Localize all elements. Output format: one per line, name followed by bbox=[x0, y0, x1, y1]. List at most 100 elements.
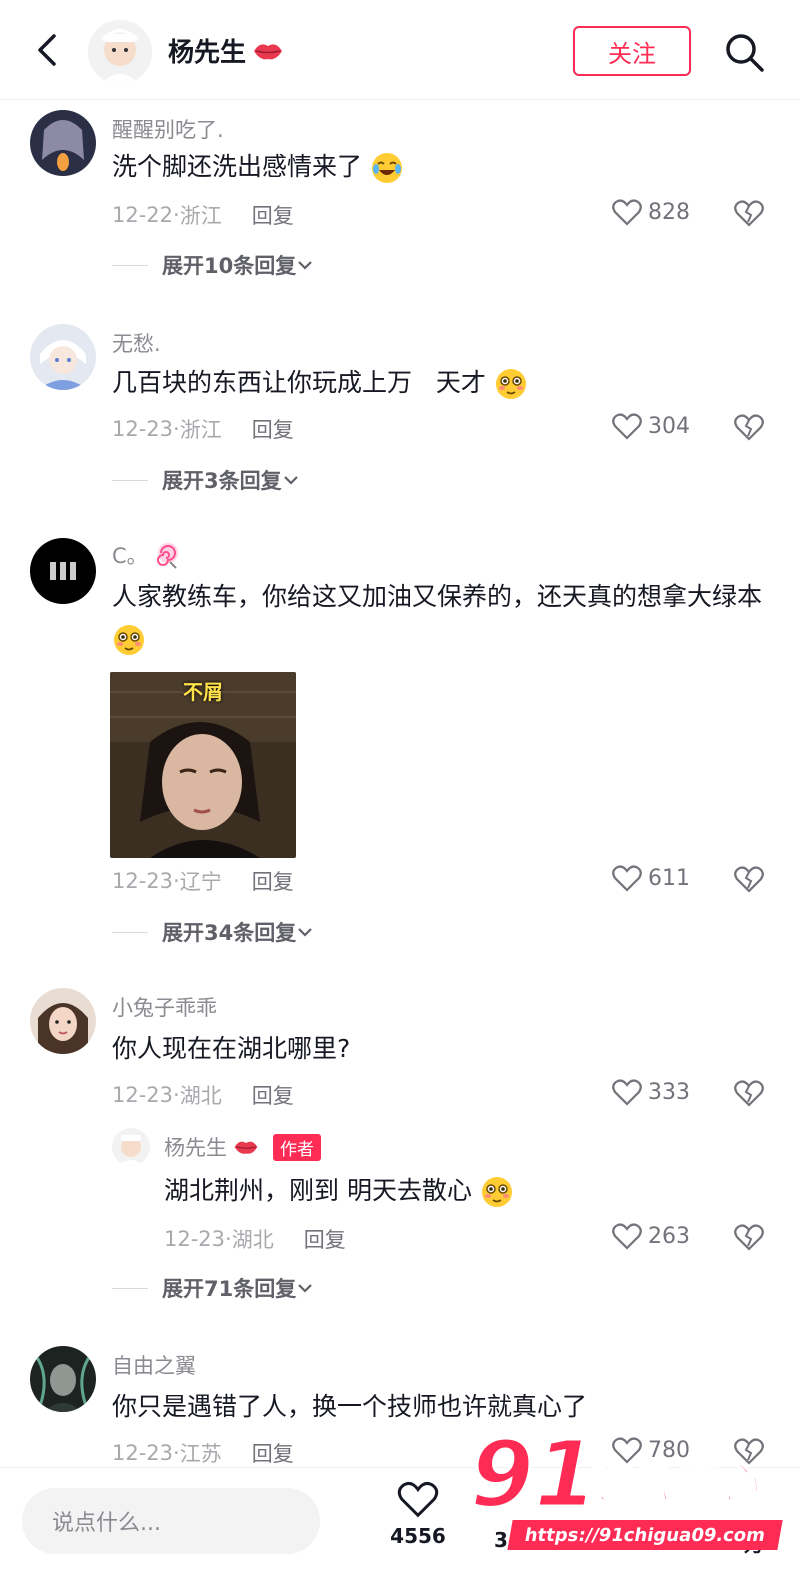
separator-dot: · bbox=[173, 1083, 180, 1107]
comment-text: 几百块的东西让你玩成上万 天才 bbox=[112, 362, 762, 404]
flushed-face-emoji-icon bbox=[114, 625, 144, 655]
broken-heart-icon[interactable] bbox=[734, 864, 764, 894]
comment-input-placeholder: 说点什么... bbox=[52, 1511, 161, 1536]
heart-icon bbox=[612, 865, 642, 892]
comment-location: 浙江 bbox=[179, 418, 222, 442]
like-count: 611 bbox=[648, 865, 690, 891]
heart-icon bbox=[612, 1079, 642, 1106]
chevron-down-icon bbox=[298, 261, 313, 270]
profile-name: 杨先生 bbox=[168, 32, 284, 69]
chevron-down-icon bbox=[298, 928, 313, 937]
lips-icon bbox=[254, 43, 283, 59]
broken-heart-icon[interactable] bbox=[734, 1078, 764, 1108]
like-button[interactable]: 828 bbox=[612, 198, 690, 226]
post-like-button[interactable]: 4556 bbox=[388, 1480, 448, 1548]
reply-username[interactable]: 杨先生 作者 bbox=[164, 1132, 321, 1162]
expand-replies-label: 展开3条回复 bbox=[162, 469, 282, 493]
comment-location: 辽宁 bbox=[179, 870, 222, 894]
separator-dot: · bbox=[173, 1441, 180, 1465]
search-icon[interactable] bbox=[722, 30, 766, 74]
reply-date: 12-23 bbox=[164, 1227, 226, 1251]
reply-meta: 12-23 · 湖北 回复 bbox=[164, 1224, 346, 1254]
like-button[interactable]: 263 bbox=[612, 1222, 690, 1250]
chevron-down-icon bbox=[298, 1284, 313, 1293]
reply-text: 湖北荆州，刚到 明天去散心 bbox=[164, 1170, 764, 1212]
divider-line bbox=[112, 931, 148, 933]
svg-text:吃瓜中心: 吃瓜中心 bbox=[582, 1458, 760, 1509]
comment-input[interactable]: 说点什么... bbox=[22, 1488, 320, 1554]
reply-text-content: 湖北荆州，刚到 明天去散心 bbox=[164, 1176, 472, 1205]
comment-text-content: 洗个脚还洗出感情来了 bbox=[112, 152, 363, 181]
reply-button[interactable]: 回复 bbox=[252, 200, 294, 230]
svg-text:91: 91 bbox=[470, 1428, 598, 1518]
reply-button[interactable]: 回复 bbox=[252, 866, 294, 896]
comment-location: 浙江 bbox=[179, 204, 222, 228]
avatar[interactable] bbox=[30, 538, 96, 604]
comment-location: 湖北 bbox=[179, 1084, 222, 1108]
reply-username-text: 杨先生 bbox=[164, 1136, 227, 1160]
like-count: 828 bbox=[648, 199, 690, 225]
expand-replies-button[interactable]: 展开34条回复 bbox=[112, 917, 314, 947]
like-button[interactable]: 333 bbox=[612, 1078, 690, 1106]
comment-username[interactable]: C。 bbox=[112, 540, 182, 570]
like-button[interactable]: 611 bbox=[612, 864, 690, 892]
comment-date: 12-23 bbox=[112, 869, 174, 893]
reply-avatar[interactable] bbox=[112, 1128, 150, 1166]
comment-text-content: 你人现在在湖北哪里? bbox=[112, 1034, 351, 1063]
avatar[interactable] bbox=[30, 324, 96, 390]
avatar[interactable] bbox=[30, 1346, 96, 1412]
divider-line bbox=[112, 479, 148, 481]
expand-replies-button[interactable]: 展开3条回复 bbox=[112, 465, 300, 495]
profile-avatar[interactable] bbox=[88, 20, 152, 84]
watermark-logo: 91 吃瓜中心 bbox=[470, 1428, 761, 1518]
follow-button[interactable]: 关注 bbox=[573, 26, 691, 76]
comment-text: 你人现在在湖北哪里? bbox=[112, 1028, 762, 1070]
comment-text: 人家教练车，你给这又加油又保养的，还天真的想拿大绿本 bbox=[112, 576, 762, 660]
reply-button[interactable]: 回复 bbox=[252, 414, 294, 444]
comment-text-content: 几百块的东西让你玩成上万 天才 bbox=[112, 368, 486, 397]
comment-meta: 12-23 · 辽宁 回复 bbox=[112, 866, 294, 896]
heart-icon bbox=[612, 1223, 642, 1250]
lollipop-icon bbox=[156, 543, 178, 569]
heart-icon bbox=[612, 413, 642, 440]
reply-button[interactable]: 回复 bbox=[252, 1080, 294, 1110]
comment-username-text: C。 bbox=[112, 544, 148, 568]
comment-meta: 12-22 · 浙江 回复 bbox=[112, 200, 294, 230]
reply-button[interactable]: 回复 bbox=[252, 1438, 294, 1468]
avatar[interactable] bbox=[30, 110, 96, 176]
expand-replies-button[interactable]: 展开10条回复 bbox=[112, 250, 314, 280]
comment-username[interactable]: 自由之翼 bbox=[112, 1350, 196, 1380]
expand-replies-button[interactable]: 展开71条回复 bbox=[112, 1273, 314, 1303]
comment-meta: 12-23 · 浙江 回复 bbox=[112, 414, 294, 444]
comment-location: 江苏 bbox=[179, 1442, 222, 1466]
broken-heart-icon[interactable] bbox=[734, 1222, 764, 1252]
comment-date: 12-23 bbox=[112, 417, 174, 441]
separator-dot: · bbox=[173, 869, 180, 893]
avatar[interactable] bbox=[30, 988, 96, 1054]
post-like-count: 4556 bbox=[390, 1524, 446, 1548]
comment-text-content: 你只是遇错了人，换一个技师也许就真心了 bbox=[112, 1392, 588, 1421]
heart-icon bbox=[612, 199, 642, 226]
sticker-image[interactable]: 不屑 bbox=[110, 672, 296, 858]
comment-username[interactable]: 无愁. bbox=[112, 328, 161, 358]
flushed-face-emoji-icon bbox=[481, 1177, 512, 1207]
top-bar: 杨先生 关注 bbox=[0, 0, 800, 100]
reply-location: 湖北 bbox=[231, 1228, 274, 1252]
comment-text: 洗个脚还洗出感情来了 bbox=[112, 146, 762, 188]
expand-replies-label: 展开71条回复 bbox=[162, 1277, 297, 1301]
like-button[interactable]: 304 bbox=[612, 412, 690, 440]
broken-heart-icon[interactable] bbox=[734, 198, 764, 228]
profile-username: 杨先生 bbox=[168, 38, 247, 68]
crying-laughing-emoji-icon bbox=[371, 153, 402, 183]
comment-meta: 12-23 · 江苏 回复 bbox=[112, 1438, 294, 1468]
back-arrow-icon[interactable] bbox=[28, 30, 68, 70]
flushed-face-emoji-icon bbox=[495, 369, 526, 399]
chevron-down-icon bbox=[283, 476, 298, 485]
reply-button[interactable]: 回复 bbox=[304, 1224, 346, 1254]
separator-dot: · bbox=[173, 417, 180, 441]
separator-dot: · bbox=[173, 203, 180, 227]
broken-heart-icon[interactable] bbox=[734, 412, 764, 442]
comment-username[interactable]: 小兔子乖乖 bbox=[112, 992, 217, 1022]
comment-username[interactable]: 醒醒别吃了. bbox=[112, 114, 224, 144]
like-count: 333 bbox=[648, 1079, 690, 1105]
